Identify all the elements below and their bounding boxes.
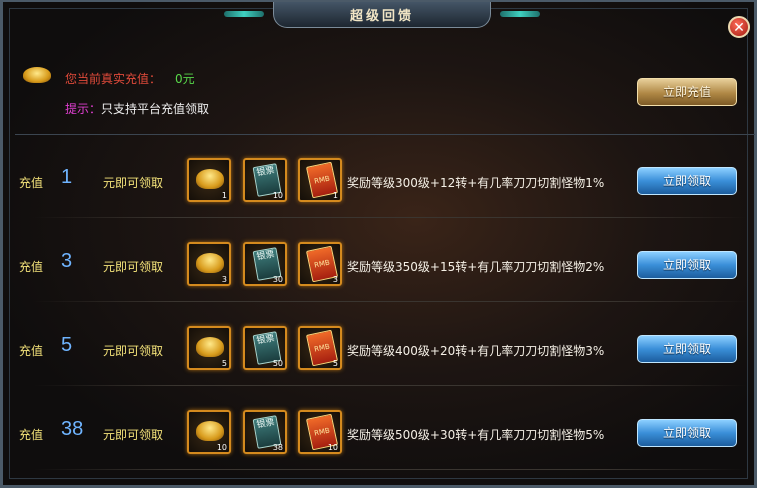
- gold-ingot-icon: [196, 421, 224, 441]
- item-count: 38: [272, 443, 283, 452]
- tip-text: 只支持平台充值领取: [101, 102, 210, 116]
- claim-now-button[interactable]: 立即领取: [637, 251, 737, 279]
- item-count: 5: [221, 359, 227, 368]
- item-slot-silver-ticket[interactable]: 银票 50: [243, 326, 287, 370]
- title-decoration-left: [224, 11, 264, 17]
- item-count: 30: [272, 275, 283, 284]
- item-count: 10: [272, 191, 283, 200]
- dialog-title: 超级回馈: [349, 9, 414, 24]
- tier-amount: 3: [61, 250, 73, 272]
- item-slot-silver-ticket[interactable]: 银票 10: [243, 158, 287, 202]
- reward-tier-row: 充值 3 元即可领取 3 银票 30 RMB 3 奖励等级350级+15转+有几…: [15, 236, 755, 302]
- item-count: 3: [221, 275, 227, 284]
- item-slot-silver-ticket[interactable]: 银票 38: [243, 410, 287, 454]
- tier-reward-text: 奖励等级500级+30转+有几率刀刀切割怪物5%: [347, 428, 605, 442]
- reward-tier-row: 充值 38 元即可领取 10 银票 38 RMB 10 奖励等级500级+30转…: [15, 404, 755, 470]
- recharge-summary: 您当前真实充值： 0元 提示： 只支持平台充值领取 立即充值: [15, 50, 755, 134]
- title-bar: 超级回馈: [224, 2, 540, 28]
- row-divider: [33, 217, 747, 218]
- item-count: 1: [221, 191, 227, 200]
- item-slot-rmb-card[interactable]: RMB 3: [298, 242, 342, 286]
- tier-claimable-label: 元即可领取: [103, 176, 164, 190]
- item-slot-rmb-card[interactable]: RMB 10: [298, 410, 342, 454]
- close-icon[interactable]: ✕: [728, 16, 750, 38]
- reward-tier-row: 充值 5 元即可领取 5 银票 50 RMB 5 奖励等级400级+20转+有几…: [15, 320, 755, 386]
- tier-recharge-label: 充值: [19, 260, 44, 274]
- claim-now-button[interactable]: 立即领取: [637, 335, 737, 363]
- tier-reward-text: 奖励等级400级+20转+有几率刀刀切割怪物3%: [347, 344, 605, 358]
- item-slot-silver-ticket[interactable]: 银票 30: [243, 242, 287, 286]
- current-recharge-value: 0元: [175, 72, 195, 86]
- tier-reward-text: 奖励等级300级+12转+有几率刀刀切割怪物1%: [347, 176, 605, 190]
- claim-now-button[interactable]: 立即领取: [637, 167, 737, 195]
- tip-label: 提示：: [65, 102, 102, 116]
- tier-recharge-label: 充值: [19, 344, 44, 358]
- title-decoration-right: [500, 11, 540, 17]
- tier-reward-text: 奖励等级350级+15转+有几率刀刀切割怪物2%: [347, 260, 605, 274]
- item-slot-rmb-card[interactable]: RMB 1: [298, 158, 342, 202]
- item-slot-gold-ingot[interactable]: 5: [187, 326, 231, 370]
- item-slot-gold-ingot[interactable]: 3: [187, 242, 231, 286]
- row-divider: [33, 301, 747, 302]
- gold-ingot-icon: [23, 67, 51, 83]
- row-divider: [33, 385, 747, 386]
- tier-amount: 5: [61, 334, 73, 356]
- item-slot-rmb-card[interactable]: RMB 5: [298, 326, 342, 370]
- tier-claimable-label: 元即可领取: [103, 260, 164, 274]
- divider: [15, 134, 755, 135]
- gold-ingot-icon: [196, 169, 224, 189]
- row-divider: [33, 469, 747, 470]
- current-recharge-label: 您当前真实充值：: [65, 72, 162, 86]
- item-count: 3: [332, 275, 338, 284]
- item-count: 1: [332, 191, 338, 200]
- item-count: 5: [332, 359, 338, 368]
- claim-now-button[interactable]: 立即领取: [637, 419, 737, 447]
- dialog-frame: 超级回馈 ✕ 您当前真实充值： 0元 提示： 只支持平台充值领取 立即充值 充值…: [0, 0, 757, 488]
- tier-recharge-label: 充值: [19, 428, 44, 442]
- item-slot-gold-ingot[interactable]: 1: [187, 158, 231, 202]
- tier-amount: 1: [61, 166, 73, 188]
- gold-ingot-icon: [196, 337, 224, 357]
- tier-claimable-label: 元即可领取: [103, 344, 164, 358]
- gold-ingot-icon: [196, 253, 224, 273]
- item-count: 10: [327, 443, 338, 452]
- tier-claimable-label: 元即可领取: [103, 428, 164, 442]
- item-slot-gold-ingot[interactable]: 10: [187, 410, 231, 454]
- tier-recharge-label: 充值: [19, 176, 44, 190]
- item-count: 10: [216, 443, 227, 452]
- tier-amount: 38: [61, 418, 84, 440]
- item-count: 50: [272, 359, 283, 368]
- recharge-now-button[interactable]: 立即充值: [637, 78, 737, 106]
- reward-tier-row: 充值 1 元即可领取 1 银票 10 RMB 1 奖励等级300级+12转+有几…: [15, 152, 755, 218]
